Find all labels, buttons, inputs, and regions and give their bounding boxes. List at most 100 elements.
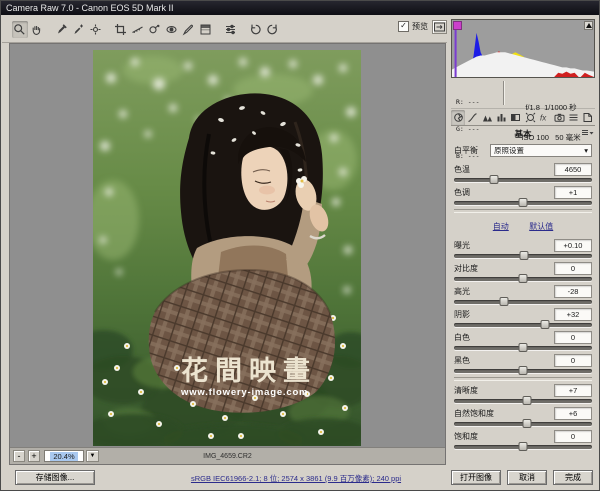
tab-camera-calibration[interactable] [552,110,566,125]
slider-thumb[interactable] [519,274,528,283]
slider-track[interactable] [454,445,592,449]
slider-track[interactable] [454,399,592,403]
slider-value-field[interactable]: +7 [554,384,592,397]
slider-thumb[interactable] [519,343,528,352]
filename-label: IMG_4659.CR2 [10,453,445,460]
slider-value-field[interactable]: 0 [554,430,592,443]
white-balance-select[interactable]: 原照设置 ▾ [490,144,592,157]
adjustment-brush-tool-button[interactable] [181,21,197,38]
spot-removal-tool-button[interactable] [147,21,163,38]
cancel-button[interactable]: 取消 [507,470,547,485]
slider-track[interactable] [454,369,592,373]
slider-thumb[interactable] [520,251,529,260]
chevron-down-icon: ▾ [584,146,588,155]
slider-label: 清晰度 [454,385,478,396]
slider-label: 高光 [454,286,470,297]
red-eye-tool-button[interactable] [164,21,180,38]
slider-thumb[interactable] [541,320,550,329]
toolbar: ✓ 预览 [2,15,447,43]
slider-track[interactable] [454,323,592,327]
slider-track[interactable] [454,422,592,426]
preview-label: 预览 [412,21,428,32]
white-balance-tool-button[interactable] [54,21,70,38]
rotate-right-button[interactable] [265,21,281,38]
slider-thumb[interactable] [519,366,528,375]
zoom-tool-button[interactable] [12,21,28,38]
slider-value-field[interactable]: -28 [554,285,592,298]
tab-effects[interactable]: fx [537,110,551,125]
slider-thumb[interactable] [519,198,528,207]
done-button[interactable]: 完成 [553,470,593,485]
highlight-clipping-indicator[interactable] [584,21,593,30]
histogram[interactable] [451,19,595,78]
svg-text:fx: fx [540,114,547,123]
color-sampler-icon [72,23,85,36]
slider-value-field[interactable]: +32 [554,308,592,321]
tint-slider-group: 色调+1 [454,186,592,205]
color-sampler-tool-button[interactable] [71,21,87,38]
hand-tool-button[interactable] [29,21,45,38]
basic-aperture-icon [453,112,464,123]
rotate-left-button[interactable] [248,21,264,38]
photo-preview[interactable]: 花間映畫 www.flowery-image.com [93,50,361,446]
slider-value-field[interactable]: +1 [554,186,592,199]
tab-tone-curve[interactable] [465,110,479,125]
slider-track[interactable] [454,277,592,281]
slider-label: 自然饱和度 [454,408,494,419]
panel-menu-icon [581,129,594,137]
whites-slider-group: 白色0 [454,331,592,350]
targeted-adjustment-tool-button[interactable] [88,21,104,38]
straighten-tool-button[interactable] [130,21,146,38]
slider-label: 饱和度 [454,431,478,442]
highlights-slider-group: 高光 -28 [454,285,592,304]
slider-value-field[interactable]: +0.10 [554,239,592,252]
detail-icon [482,112,493,123]
preview-toggle[interactable]: ✓ 预览 [398,21,428,32]
tab-lens-corrections[interactable] [523,110,537,125]
slider-track[interactable] [454,201,592,205]
hsl-bars-icon [496,112,507,123]
preferences-button[interactable] [223,21,239,38]
straighten-icon [131,23,144,36]
graduated-filter-tool-button[interactable] [198,21,214,38]
tab-hsl-grayscale[interactable] [494,110,508,125]
adjustment-panel: R: --- G: --- B: --- f/1.8 1/1000 秒 ISO … [448,16,598,465]
slider-value-field[interactable]: 4650 [554,163,592,176]
window-title: Camera Raw 7.0 - Canon EOS 5D Mark II [6,3,174,13]
crop-tool-button[interactable] [113,21,129,38]
open-image-button[interactable]: 打开图像 [451,470,501,485]
auto-link[interactable]: 自动 [493,222,509,231]
slider-thumb[interactable] [499,297,508,306]
slider-value-field[interactable]: 0 [554,331,592,344]
title-bar[interactable]: Camera Raw 7.0 - Canon EOS 5D Mark II [1,1,599,15]
slider-thumb[interactable] [523,419,532,428]
shadow-clipping-indicator[interactable] [453,21,462,30]
slider-value-field[interactable]: +6 [554,407,592,420]
workflow-options-link[interactable]: sRGB IEC61966-2.1; 8 位; 2574 x 3861 (9.9… [131,473,461,484]
tab-snapshots[interactable] [581,110,595,125]
slider-thumb[interactable] [523,396,532,405]
default-link[interactable]: 默认值 [529,222,553,231]
fullscreen-button[interactable] [432,20,447,34]
graduated-filter-icon [199,23,212,36]
slider-track[interactable] [454,346,592,350]
slider-track[interactable] [454,254,592,258]
tab-basic[interactable] [451,110,465,125]
panel-menu-button[interactable] [581,129,594,139]
lens-icon [525,112,536,123]
tab-detail[interactable] [480,110,494,125]
slider-track[interactable] [454,300,592,304]
tab-presets[interactable] [566,110,580,125]
slider-value-field[interactable]: 0 [554,262,592,275]
vibrance-slider-group: 自然饱和度 +6 [454,407,592,426]
tab-split-toning[interactable] [509,110,523,125]
slider-value-field[interactable]: 0 [554,354,592,367]
slider-thumb[interactable] [519,442,528,451]
preview-checkbox[interactable]: ✓ [398,21,409,32]
slider-track[interactable] [454,178,592,182]
contrast-slider-group: 对比度0 [454,262,592,281]
slider-thumb[interactable] [490,175,499,184]
red-eye-icon [165,23,178,36]
canvas-status-bar: - + 20.4% ▼ IMG_4659.CR2 [10,447,445,464]
save-image-button[interactable]: 存储图像... [15,470,95,485]
